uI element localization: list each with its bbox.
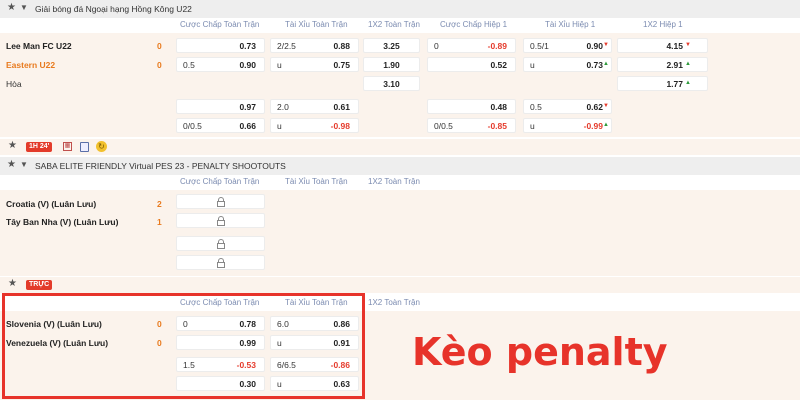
col-ou-full: Tài Xỉu Toàn Trận: [285, 177, 348, 186]
arrow-up-icon: ▲: [685, 80, 691, 86]
locked-odds-cell: [176, 236, 265, 251]
col-hdp-full: Cược Chấp Toàn Trận: [180, 20, 260, 29]
odds-cell[interactable]: 2.91 ▲: [617, 57, 708, 72]
arrow-up-icon: ▲: [603, 61, 609, 67]
odds-cell[interactable]: 0.73: [176, 38, 265, 53]
arrow-down-icon: ▼: [603, 42, 609, 48]
star-icon[interactable]: ★: [7, 159, 16, 170]
star-icon[interactable]: ★: [8, 140, 17, 151]
col-hdp-half: Cược Chấp Hiệp 1: [440, 20, 508, 29]
star-icon[interactable]: ★: [7, 2, 16, 13]
chevron-down-icon[interactable]: ▼: [20, 160, 28, 169]
odds-cell[interactable]: u -0.99 ▲: [523, 118, 612, 133]
league-name: SABA ELITE FRIENDLY Virtual PES 23 - PEN…: [35, 161, 286, 171]
col-hdp-full: Cược Chấp Toàn Trận: [180, 177, 260, 186]
col-1x2-half: 1X2 Hiệp 1: [643, 20, 683, 29]
arrow-down-icon: ▼: [603, 103, 609, 109]
odds-cell[interactable]: 2/2.5 0.88: [270, 38, 359, 53]
stats-icon[interactable]: ▦: [63, 142, 72, 151]
odds-cell[interactable]: 4.15 ▼: [617, 38, 708, 53]
home-team: Croatia (V) (Luân Lưu): [6, 199, 97, 209]
lock-icon: [216, 258, 225, 268]
odds-cell[interactable]: 3.10: [363, 76, 420, 91]
away-score: 1: [157, 217, 162, 227]
odds-cell[interactable]: 0/0.5 -0.85: [427, 118, 516, 133]
league-header[interactable]: ★ ▼ Giải bóng đá Ngoại hạng Hồng Kông U2…: [0, 0, 800, 18]
locked-odds-cell: [176, 213, 265, 228]
odds-cell[interactable]: 0.5/1 0.90 ▼: [523, 38, 612, 53]
home-team: Lee Man FC U22: [6, 41, 72, 51]
draw-label: Hòa: [6, 79, 22, 89]
home-score: 0: [157, 41, 162, 51]
lock-icon: [216, 216, 225, 226]
odds-cell[interactable]: 0/0.5 0.66: [176, 118, 265, 133]
odds-cell[interactable]: u 0.73 ▲: [523, 57, 612, 72]
col-ou-full: Tài Xỉu Toàn Trận: [285, 20, 348, 29]
away-score: 0: [157, 60, 162, 70]
odds-cell[interactable]: 3.25: [363, 38, 420, 53]
match-toolbar: ★ 1H 24' ▦ ↻: [0, 139, 800, 155]
odds-cell[interactable]: 0.5 0.90: [176, 57, 265, 72]
live-badge: TRỰC: [26, 280, 53, 290]
refresh-icon[interactable]: ↻: [96, 141, 107, 152]
col-ou-half: Tài Xỉu Hiệp 1: [545, 20, 596, 29]
odds-cell[interactable]: 1.90: [363, 57, 420, 72]
lock-icon: [216, 239, 225, 249]
away-team: Eastern U22: [6, 60, 56, 70]
odds-cell[interactable]: u -0.98: [270, 118, 359, 133]
highlight-box: [2, 293, 365, 399]
arrow-down-icon: ▼: [685, 42, 691, 48]
arrow-up-icon: ▲: [603, 122, 609, 128]
col-1x2-full: 1X2 Toàn Trận: [368, 177, 420, 186]
match-time-badge: 1H 24': [26, 142, 53, 152]
odds-cell[interactable]: 1.77 ▲: [617, 76, 708, 91]
star-icon[interactable]: ★: [8, 278, 17, 289]
locked-odds-cell: [176, 255, 265, 270]
league-header[interactable]: ★ ▼ SABA ELITE FRIENDLY Virtual PES 23 -…: [0, 157, 800, 175]
column-headers: Cược Chấp Toàn Trận Tài Xỉu Toàn Trận 1X…: [0, 175, 800, 189]
locked-odds-cell: [176, 194, 265, 209]
odds-cell[interactable]: 0.52: [427, 57, 516, 72]
match-block: Lee Man FC U22 0 Eastern U22 0 Hòa 0.73 …: [0, 33, 800, 137]
home-score: 2: [157, 199, 162, 209]
chevron-down-icon[interactable]: ▼: [20, 3, 28, 12]
odds-cell[interactable]: 0.48: [427, 99, 516, 114]
league-name: Giải bóng đá Ngoại hạng Hồng Kông U22: [35, 4, 192, 14]
odds-cell[interactable]: u 0.75: [270, 57, 359, 72]
callout-label: Kèo penalty: [412, 330, 668, 374]
lock-icon: [216, 197, 225, 207]
away-team: Tây Ban Nha (V) (Luân Lưu): [6, 217, 119, 227]
column-headers: Cược Chấp Toàn Trận Tài Xỉu Toàn Trận 1X…: [0, 18, 800, 32]
odds-cell[interactable]: 0 -0.89: [427, 38, 516, 53]
odds-cell[interactable]: 0.5 0.62 ▼: [523, 99, 612, 114]
scoreboard-icon[interactable]: [80, 142, 89, 152]
odds-cell[interactable]: 2.0 0.61: [270, 99, 359, 114]
match-block: Croatia (V) (Luân Lưu) 2 Tây Ban Nha (V)…: [0, 190, 800, 276]
odds-cell[interactable]: 0.97: [176, 99, 265, 114]
match-toolbar: ★ TRỰC: [0, 277, 800, 293]
col-1x2-full: 1X2 Toàn Trận: [368, 298, 420, 307]
arrow-up-icon: ▲: [685, 61, 691, 67]
col-1x2-full: 1X2 Toàn Trận: [368, 20, 420, 29]
